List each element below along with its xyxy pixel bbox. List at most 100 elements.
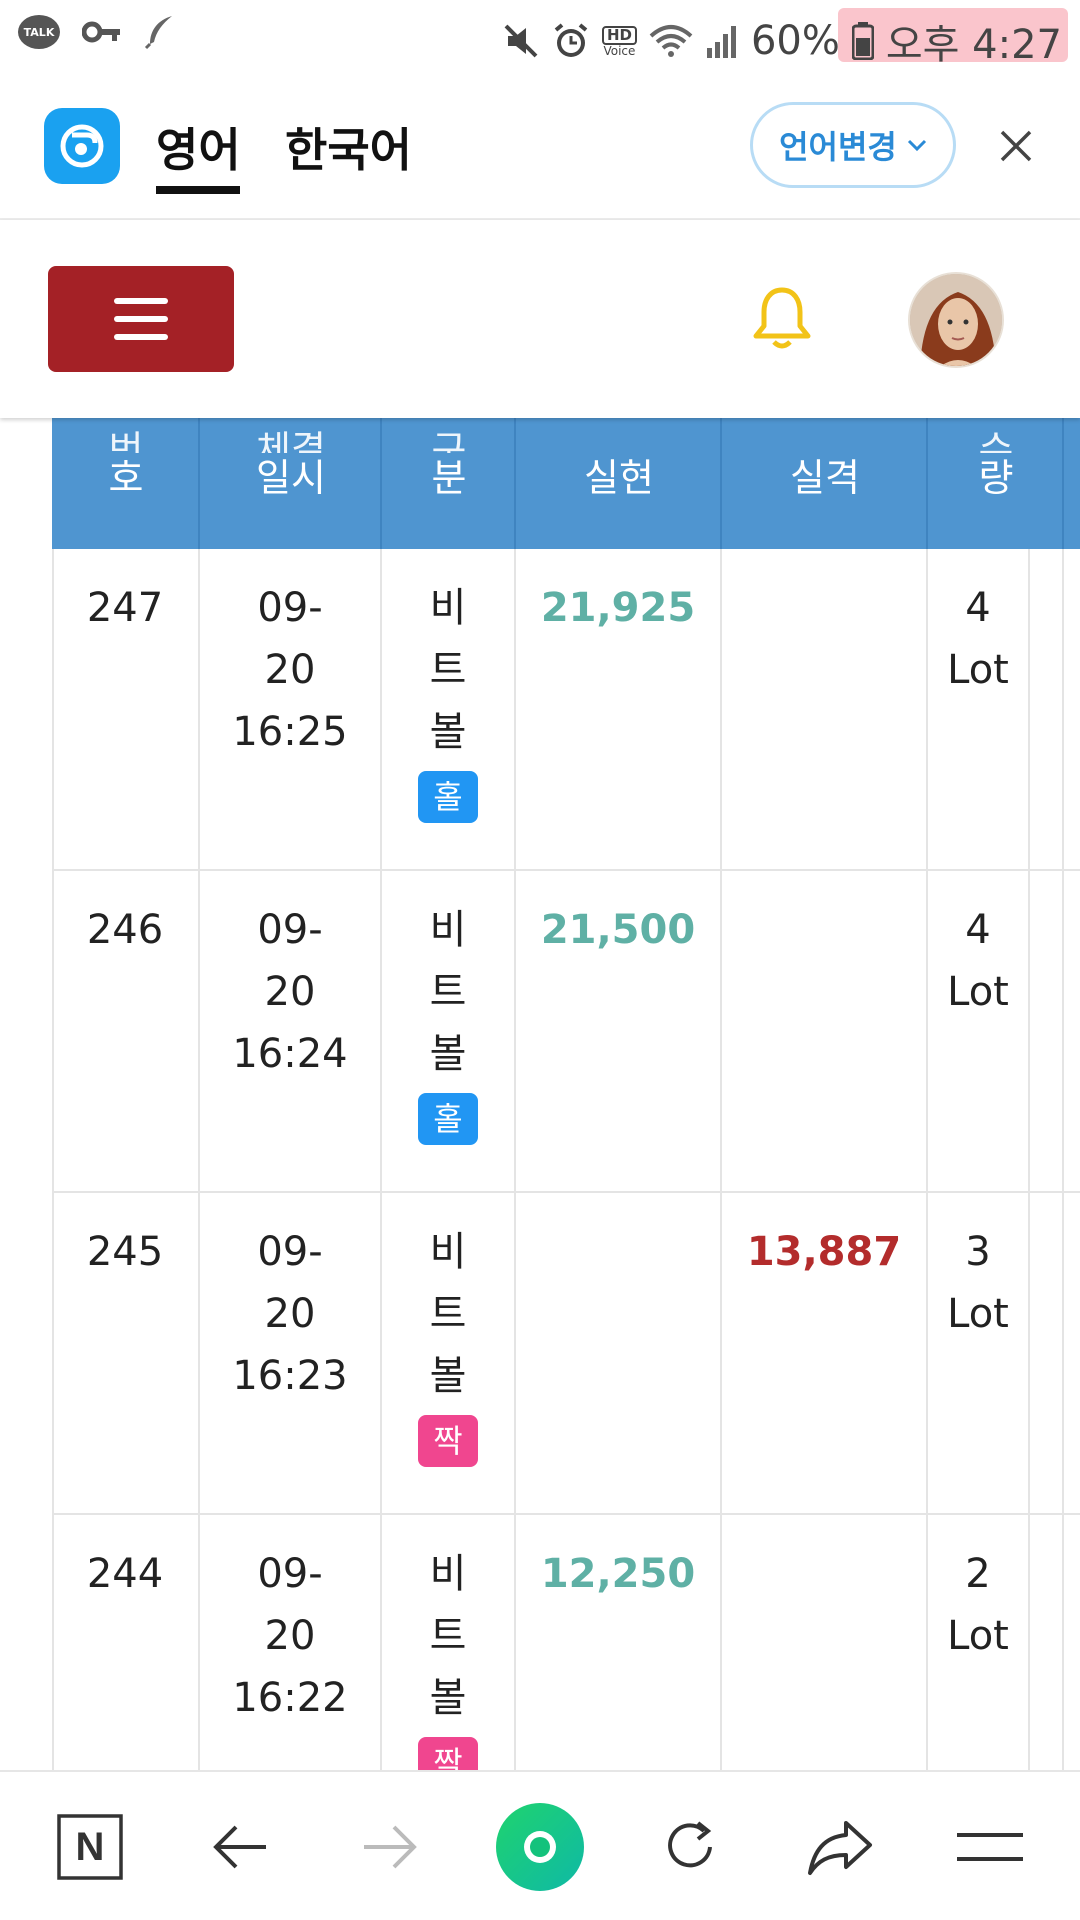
- cell-number: 246: [52, 871, 198, 1193]
- quantity-value: 4: [965, 907, 991, 953]
- avatar[interactable]: [908, 272, 1004, 368]
- cell-realized: [516, 1193, 720, 1515]
- back-button[interactable]: [190, 1802, 290, 1892]
- type-char: 트: [429, 1291, 467, 1337]
- trade-time: 16:23: [232, 1353, 348, 1399]
- close-icon[interactable]: [996, 126, 1036, 166]
- change-language-label: 언어변경: [779, 128, 897, 166]
- header-divider: [514, 418, 516, 549]
- column-divider: [1028, 549, 1030, 1770]
- type-char: 비: [429, 907, 467, 953]
- active-tab-underline: [156, 186, 240, 194]
- cell-loss: [722, 549, 926, 871]
- green-dot-icon: [496, 1803, 584, 1891]
- trade-day: 20: [264, 1291, 316, 1337]
- site-header: [0, 220, 1080, 418]
- mute-icon: [504, 24, 538, 58]
- cell-loss: 13,887: [722, 1193, 926, 1515]
- type-char: 볼: [429, 709, 467, 755]
- type-char: 비: [429, 1229, 467, 1275]
- realized-amount: 21,500: [540, 907, 696, 953]
- bell-icon[interactable]: [752, 286, 812, 352]
- trade-date: 09-: [257, 1551, 323, 1597]
- naver-n-icon: N: [57, 1814, 123, 1880]
- trade-date: 09-: [257, 585, 323, 631]
- share-button[interactable]: [790, 1802, 890, 1892]
- kakaotalk-icon: TALK: [18, 15, 60, 49]
- papago-logo-icon[interactable]: [44, 108, 120, 184]
- cell-type: 비트볼홀: [382, 549, 514, 871]
- cell-type: 비트볼짝: [382, 1193, 514, 1515]
- tab-english[interactable]: 영어: [156, 114, 241, 180]
- voice-label: Voice: [603, 43, 636, 58]
- header-realized: 실현: [516, 418, 722, 549]
- realized-amount: 21,925: [540, 585, 696, 631]
- quantity-unit: Lot: [947, 1613, 1009, 1659]
- clock-time: 오후 4:27: [885, 22, 1062, 68]
- odd-even-badge: 짝: [418, 1415, 478, 1467]
- quantity-value: 2: [965, 1551, 991, 1597]
- share-icon: [808, 1821, 872, 1875]
- type-char: 트: [429, 969, 467, 1015]
- forward-button[interactable]: [340, 1802, 440, 1892]
- cell-number: 245: [52, 1193, 198, 1515]
- header-divider: [720, 418, 722, 549]
- header-number-bottom: 호: [108, 456, 144, 500]
- trade-day: 20: [264, 647, 316, 693]
- menu-button[interactable]: [940, 1802, 1040, 1892]
- menu-bar-line: [114, 334, 168, 340]
- naver-home-button[interactable]: N: [40, 1802, 140, 1892]
- menu-bar-line: [114, 316, 168, 322]
- column-divider: [514, 549, 516, 1770]
- trade-history-table: 번 호 체결 일시 구 분 실현 실격 수 량 247 09- 20 16:25 비 트 볼…: [52, 418, 1080, 1770]
- header-type-top: 구: [431, 428, 467, 453]
- cell-type: 비트볼짝: [382, 1515, 514, 1770]
- battery-icon: [851, 22, 874, 60]
- reload-button[interactable]: [640, 1802, 740, 1892]
- tab-korean[interactable]: 한국어: [285, 114, 412, 180]
- cell-realized: 21,500: [516, 871, 720, 1193]
- alarm-icon: [554, 23, 588, 57]
- battery-percent: 60%: [750, 18, 840, 64]
- trade-date: 09-: [257, 907, 323, 953]
- cell-loss: [722, 871, 926, 1193]
- cell-quantity: 2 Lot: [928, 1515, 1028, 1770]
- green-dot-button[interactable]: [490, 1802, 590, 1892]
- column-divider: [198, 549, 200, 1770]
- trade-time: 16:25: [232, 709, 348, 755]
- column-divider: [52, 549, 54, 1770]
- trade-number: 245: [86, 1229, 164, 1275]
- trade-day: 20: [264, 969, 316, 1015]
- hamburger-menu-button[interactable]: [48, 266, 234, 372]
- hd-voice-icon: HD Voice: [601, 25, 637, 58]
- type-char: 볼: [429, 1353, 467, 1399]
- quantity-value: 4: [965, 585, 991, 631]
- header-divider: [198, 418, 200, 549]
- status-right-icons: HD Voice 60% 오후 4:27: [502, 12, 1062, 70]
- menu-icon: [957, 1833, 1023, 1861]
- quantity-unit: Lot: [947, 647, 1009, 693]
- header-quantity-bottom: 량: [978, 456, 1014, 500]
- header-divider: [1062, 418, 1064, 549]
- header-realized-label: 실현: [584, 456, 654, 500]
- column-divider: [1062, 549, 1064, 1770]
- key-icon: [82, 21, 120, 43]
- column-divider: [380, 549, 382, 1770]
- header-datetime-bottom: 일시: [256, 456, 326, 500]
- odd-even-badge: 홀: [418, 771, 478, 823]
- header-quantity-top: 수: [978, 428, 1014, 453]
- type-char: 트: [429, 647, 467, 693]
- header-number-top: 번: [108, 428, 144, 453]
- trade-time: 16:24: [232, 1031, 348, 1077]
- cell-number: 247: [52, 549, 198, 871]
- header-loss: 실격: [722, 418, 928, 549]
- header-divider: [380, 418, 382, 549]
- header-quantity: 수 량: [928, 418, 1064, 549]
- change-language-button[interactable]: 언어변경: [750, 102, 956, 188]
- column-divider: [720, 549, 722, 1770]
- menu-bar-line: [114, 298, 168, 304]
- status-bar: TALK HD Voice 60% 오후 4:27: [0, 0, 1080, 74]
- column-divider: [926, 549, 928, 1770]
- cell-realized: 12,250: [516, 1515, 720, 1770]
- reload-icon: [668, 1821, 712, 1868]
